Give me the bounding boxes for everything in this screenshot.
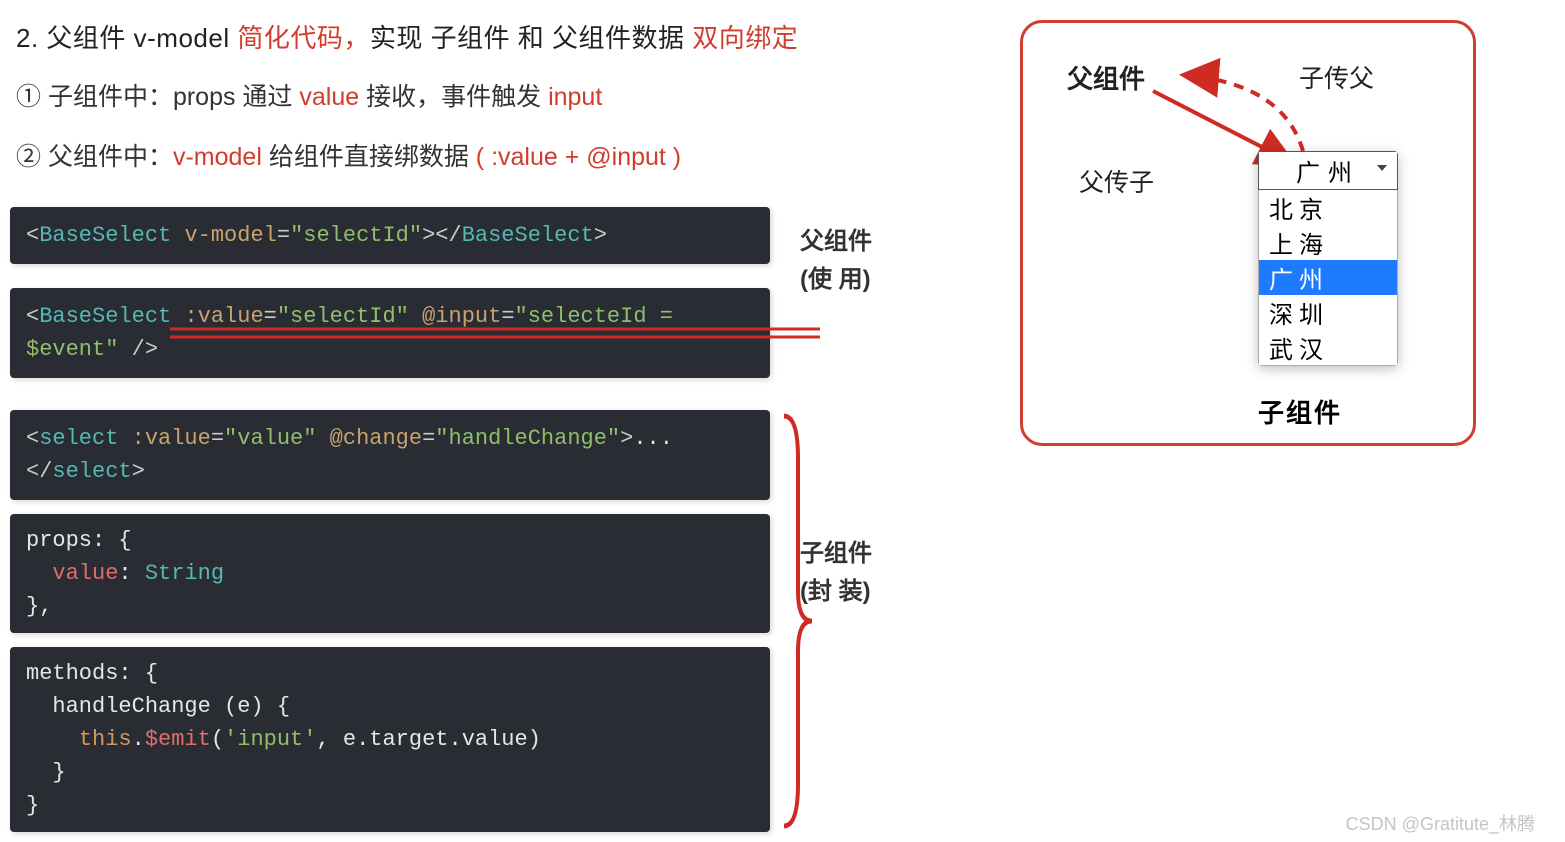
code-child-props: props: { value: String }, — [10, 514, 770, 633]
select-option[interactable]: 武汉 — [1259, 330, 1397, 365]
diagram-child-caption: 子组件 — [1258, 393, 1342, 430]
select-option[interactable]: 广州 — [1259, 260, 1397, 295]
code-child-methods: methods: { handleChange (e) { this.$emit… — [10, 647, 770, 832]
select-current[interactable]: 广州 — [1258, 151, 1398, 190]
diagram-parent-to-child: 父传子 — [1079, 163, 1154, 199]
code-child-template: <select :value="value" @change="handleCh… — [10, 410, 770, 500]
select-option[interactable]: 北京 — [1259, 190, 1397, 225]
select-option[interactable]: 上海 — [1259, 225, 1397, 260]
diagram-child-to-parent: 子传父 — [1299, 59, 1374, 95]
code-parent-expanded: <BaseSelect :value="selectId" @input="se… — [10, 288, 770, 378]
watermark: CSDN @Gratitute_林腾 — [1346, 810, 1535, 836]
bullet-2: ② 父组件中：v-model 给组件直接绑数据 ( :value + @inpu… — [16, 137, 990, 173]
bullet-1: ① 子组件中：props 通过 value 接收，事件触发 input — [16, 77, 990, 113]
heading-line: 2. 父组件 v-model 简化代码，实现 子组件 和 父组件数据 双向绑定 — [16, 18, 990, 55]
diagram-box: 父组件 子传父 父传子 广州 北京上海广州深圳武汉 子组件 — [1020, 20, 1476, 446]
label-parent-use: 父组件 (使 用) — [800, 223, 872, 300]
label-child-wrap: 子组件 (封 装) — [800, 535, 872, 612]
select-widget[interactable]: 广州 北京上海广州深圳武汉 — [1258, 151, 1398, 366]
select-option[interactable]: 深圳 — [1259, 295, 1397, 330]
code-parent-vmodel: <BaseSelect v-model="selectId"></BaseSel… — [10, 207, 770, 264]
diagram-parent-label: 父组件 — [1067, 59, 1145, 96]
